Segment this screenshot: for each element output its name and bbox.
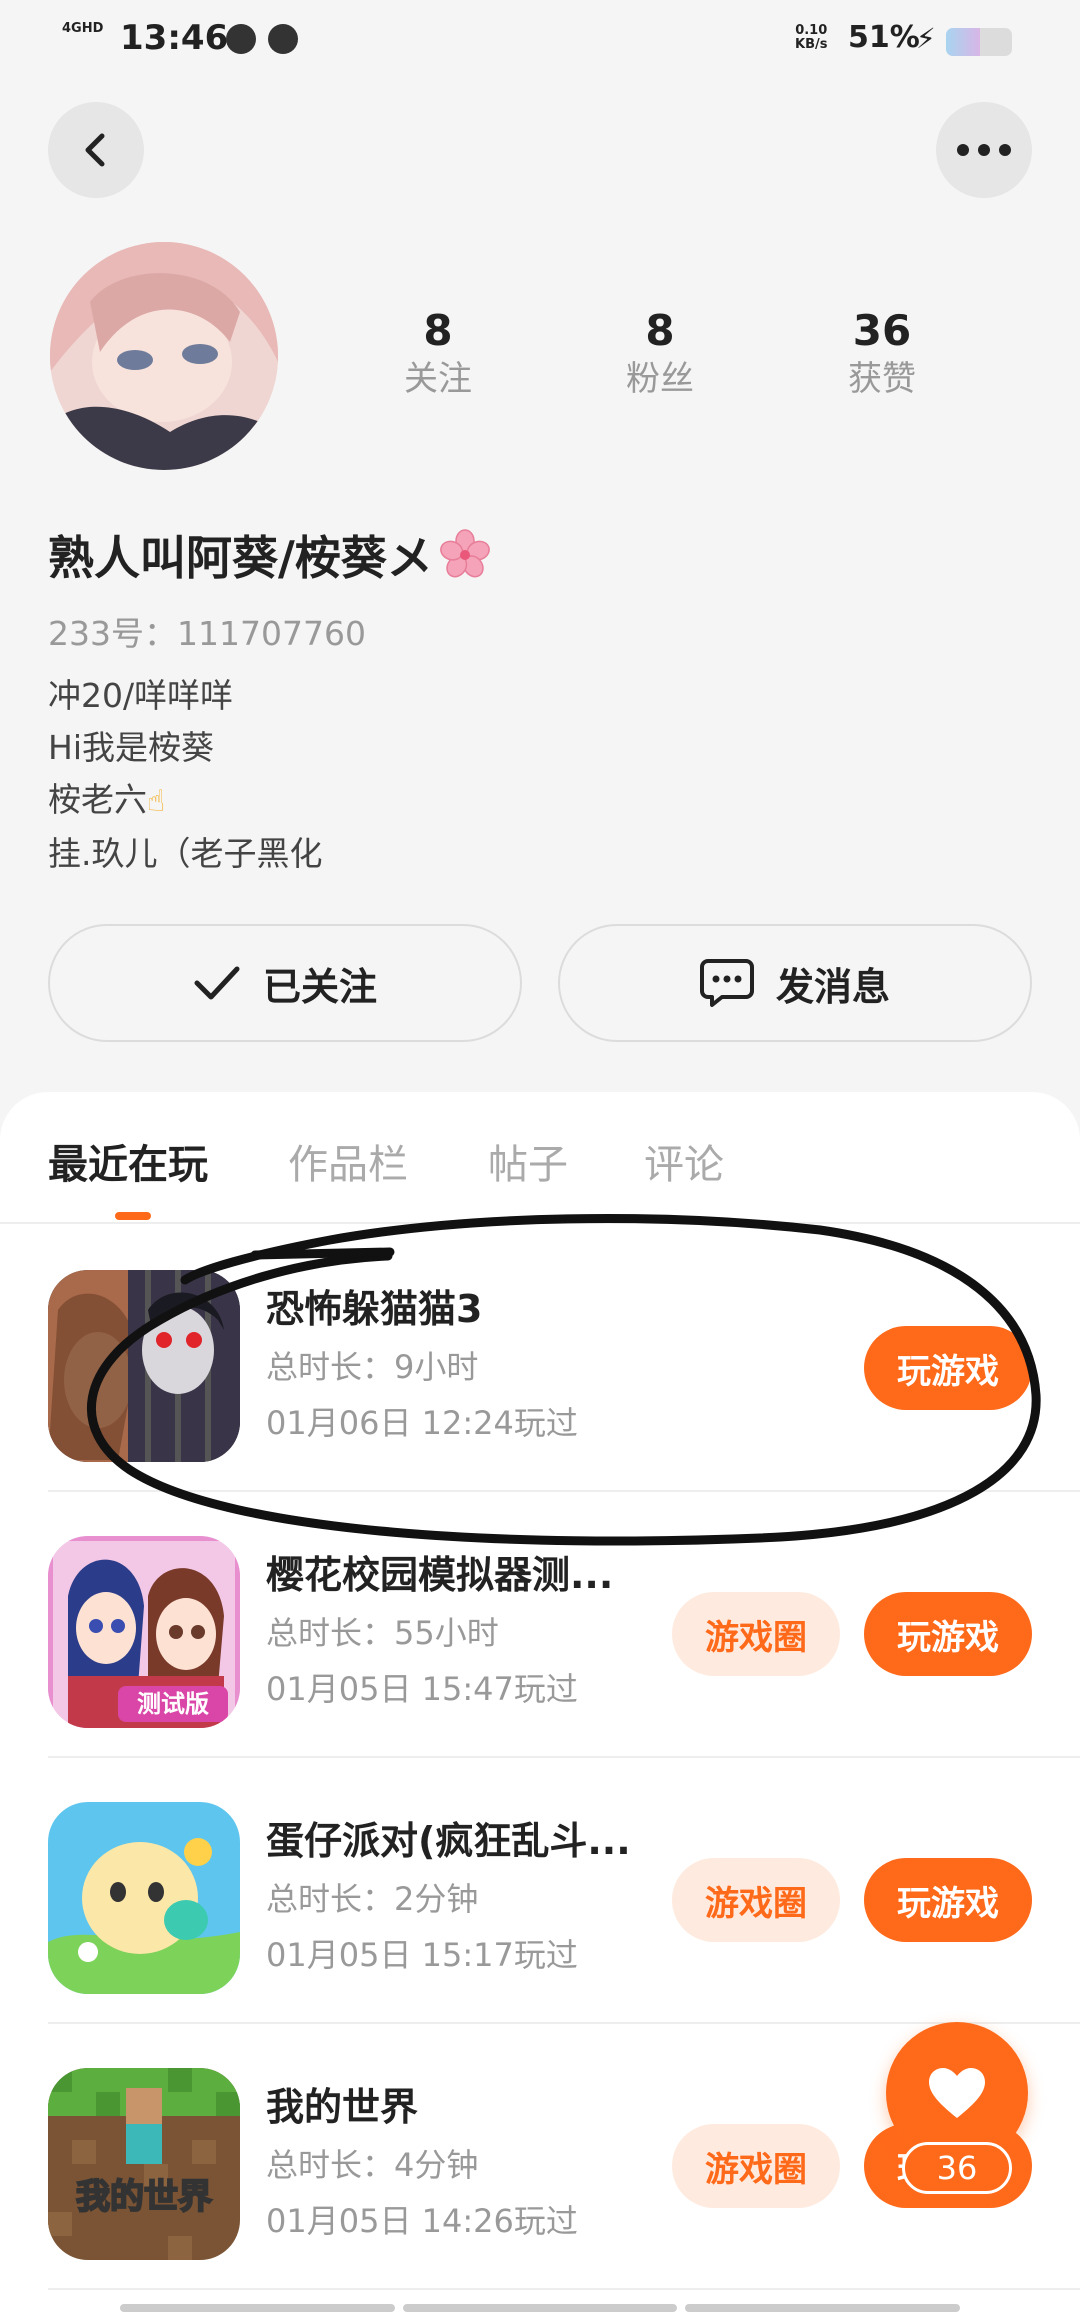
game-icon-sakura-school[interactable]: 测试版 xyxy=(48,1536,240,1728)
play-game-button[interactable]: 玩游戏 xyxy=(864,1858,1032,1942)
row-divider xyxy=(48,2288,1080,2290)
network-speed: 0.10 KB/s xyxy=(795,23,828,52)
check-icon xyxy=(194,966,240,1000)
indicator-segment xyxy=(685,2304,961,2312)
game-name: 我的世界 xyxy=(266,2085,419,2129)
user-id: 233号：111707760 xyxy=(48,614,366,653)
more-dots-icon xyxy=(957,144,1011,156)
game-row[interactable]: 蛋仔派对(疯狂乱斗... 总时长：2分钟 01月05日 15:17玩过 游戏圈 … xyxy=(0,1758,1080,2024)
minecraft-logo-text: 我的世界 xyxy=(76,2177,212,2217)
bottom-scroll-indicator xyxy=(120,2304,961,2312)
send-message-button[interactable]: 发消息 xyxy=(558,924,1032,1042)
stat-following[interactable]: 8 关注 xyxy=(368,305,508,401)
game-duration: 总时长：4分钟 xyxy=(266,2146,479,2184)
chat-bubble-icon xyxy=(699,959,754,1007)
charging-icon: ⚡ xyxy=(916,22,936,55)
tab-indicator xyxy=(115,1212,151,1220)
chevron-left-icon xyxy=(85,133,105,167)
game-last-played: 01月05日 15:17玩过 xyxy=(266,1936,578,1974)
indicator-segment xyxy=(402,2304,678,2312)
game-icon-eggy-party[interactable] xyxy=(48,1802,240,1994)
tab-recently-played[interactable]: 最近在玩 xyxy=(48,1132,208,1190)
game-duration: 总时长：2分钟 xyxy=(266,1880,479,1918)
bio-line: Hi我是桉葵 xyxy=(48,728,214,767)
more-button[interactable] xyxy=(936,102,1032,198)
bio-line: 冲20/咩咩咩 xyxy=(48,676,234,715)
tab-posts[interactable]: 帖子 xyxy=(488,1132,568,1190)
game-icon-minecraft[interactable]: 我的世界 xyxy=(48,2068,240,2260)
like-count-badge: 36 xyxy=(902,2142,1012,2194)
battery-icon xyxy=(946,28,1012,56)
bio-line: 挂.玖儿（老子黑化 xyxy=(48,834,323,873)
game-name: 蛋仔派对(疯狂乱斗... xyxy=(266,1819,631,1863)
play-game-button[interactable]: 玩游戏 xyxy=(864,1592,1032,1676)
game-last-played: 01月05日 14:26玩过 xyxy=(266,2202,578,2240)
notification-icons xyxy=(226,24,298,54)
nickname-text: 熟人叫阿葵/桉葵メ xyxy=(48,531,433,585)
wechat-icon xyxy=(226,24,256,54)
game-duration: 总时长：9小时 xyxy=(266,1348,479,1386)
game-row[interactable]: 测试版 樱花校园模拟器测... 总时长：55小时 01月05日 15:47玩过 … xyxy=(0,1492,1080,1758)
battery-percent: 51% xyxy=(848,20,920,55)
game-name: 恐怖躲猫猫3 xyxy=(266,1287,483,1331)
tab-works[interactable]: 作品栏 xyxy=(288,1132,408,1190)
status-bar: 4GHD 13:46 0.10 KB/s 51% ⚡ xyxy=(0,0,1080,84)
avatar[interactable] xyxy=(50,242,278,470)
game-circle-button[interactable]: 游戏圈 xyxy=(672,1592,840,1676)
nickname: 熟人叫阿葵/桉葵メ xyxy=(48,522,491,588)
tab-bar: 最近在玩 作品栏 帖子 评论 xyxy=(0,1092,1080,1224)
game-name: 樱花校园模拟器测... xyxy=(266,1553,614,1597)
sakura-icon xyxy=(439,529,490,578)
game-last-played: 01月06日 12:24玩过 xyxy=(266,1404,578,1442)
stat-fans[interactable]: 8 粉丝 xyxy=(590,305,730,401)
game-duration: 总时长：55小时 xyxy=(266,1614,499,1652)
indicator-segment xyxy=(120,2304,395,2312)
bio: 冲20/咩咩咩 Hi我是桉葵 桉老六☝ 挂.玖儿（老子黑化 xyxy=(48,670,323,880)
game-circle-button[interactable]: 游戏圈 xyxy=(672,1858,840,1942)
network-indicator: 4GHD xyxy=(62,21,104,36)
hand-emoji-icon: ☝ xyxy=(147,784,166,819)
stat-likes[interactable]: 36 获赞 xyxy=(812,305,952,401)
game-last-played: 01月05日 15:47玩过 xyxy=(266,1670,578,1708)
game-row[interactable]: 恐怖躲猫猫3 总时长：9小时 01月06日 12:24玩过 玩游戏 xyxy=(0,1226,1080,1492)
play-game-button[interactable]: 玩游戏 xyxy=(864,1326,1032,1410)
tab-comments[interactable]: 评论 xyxy=(644,1132,724,1190)
back-button[interactable] xyxy=(48,102,144,198)
bio-line: 桉老六☝ xyxy=(48,780,166,819)
followed-button[interactable]: 已关注 xyxy=(48,924,522,1042)
qq-icon xyxy=(268,24,298,54)
game-circle-button[interactable]: 游戏圈 xyxy=(672,2124,840,2208)
sakura-badge-text: 测试版 xyxy=(137,1690,209,1718)
clock: 13:46 xyxy=(120,18,229,58)
heart-icon xyxy=(929,2068,985,2118)
game-icon-horror-hide[interactable] xyxy=(48,1270,240,1462)
